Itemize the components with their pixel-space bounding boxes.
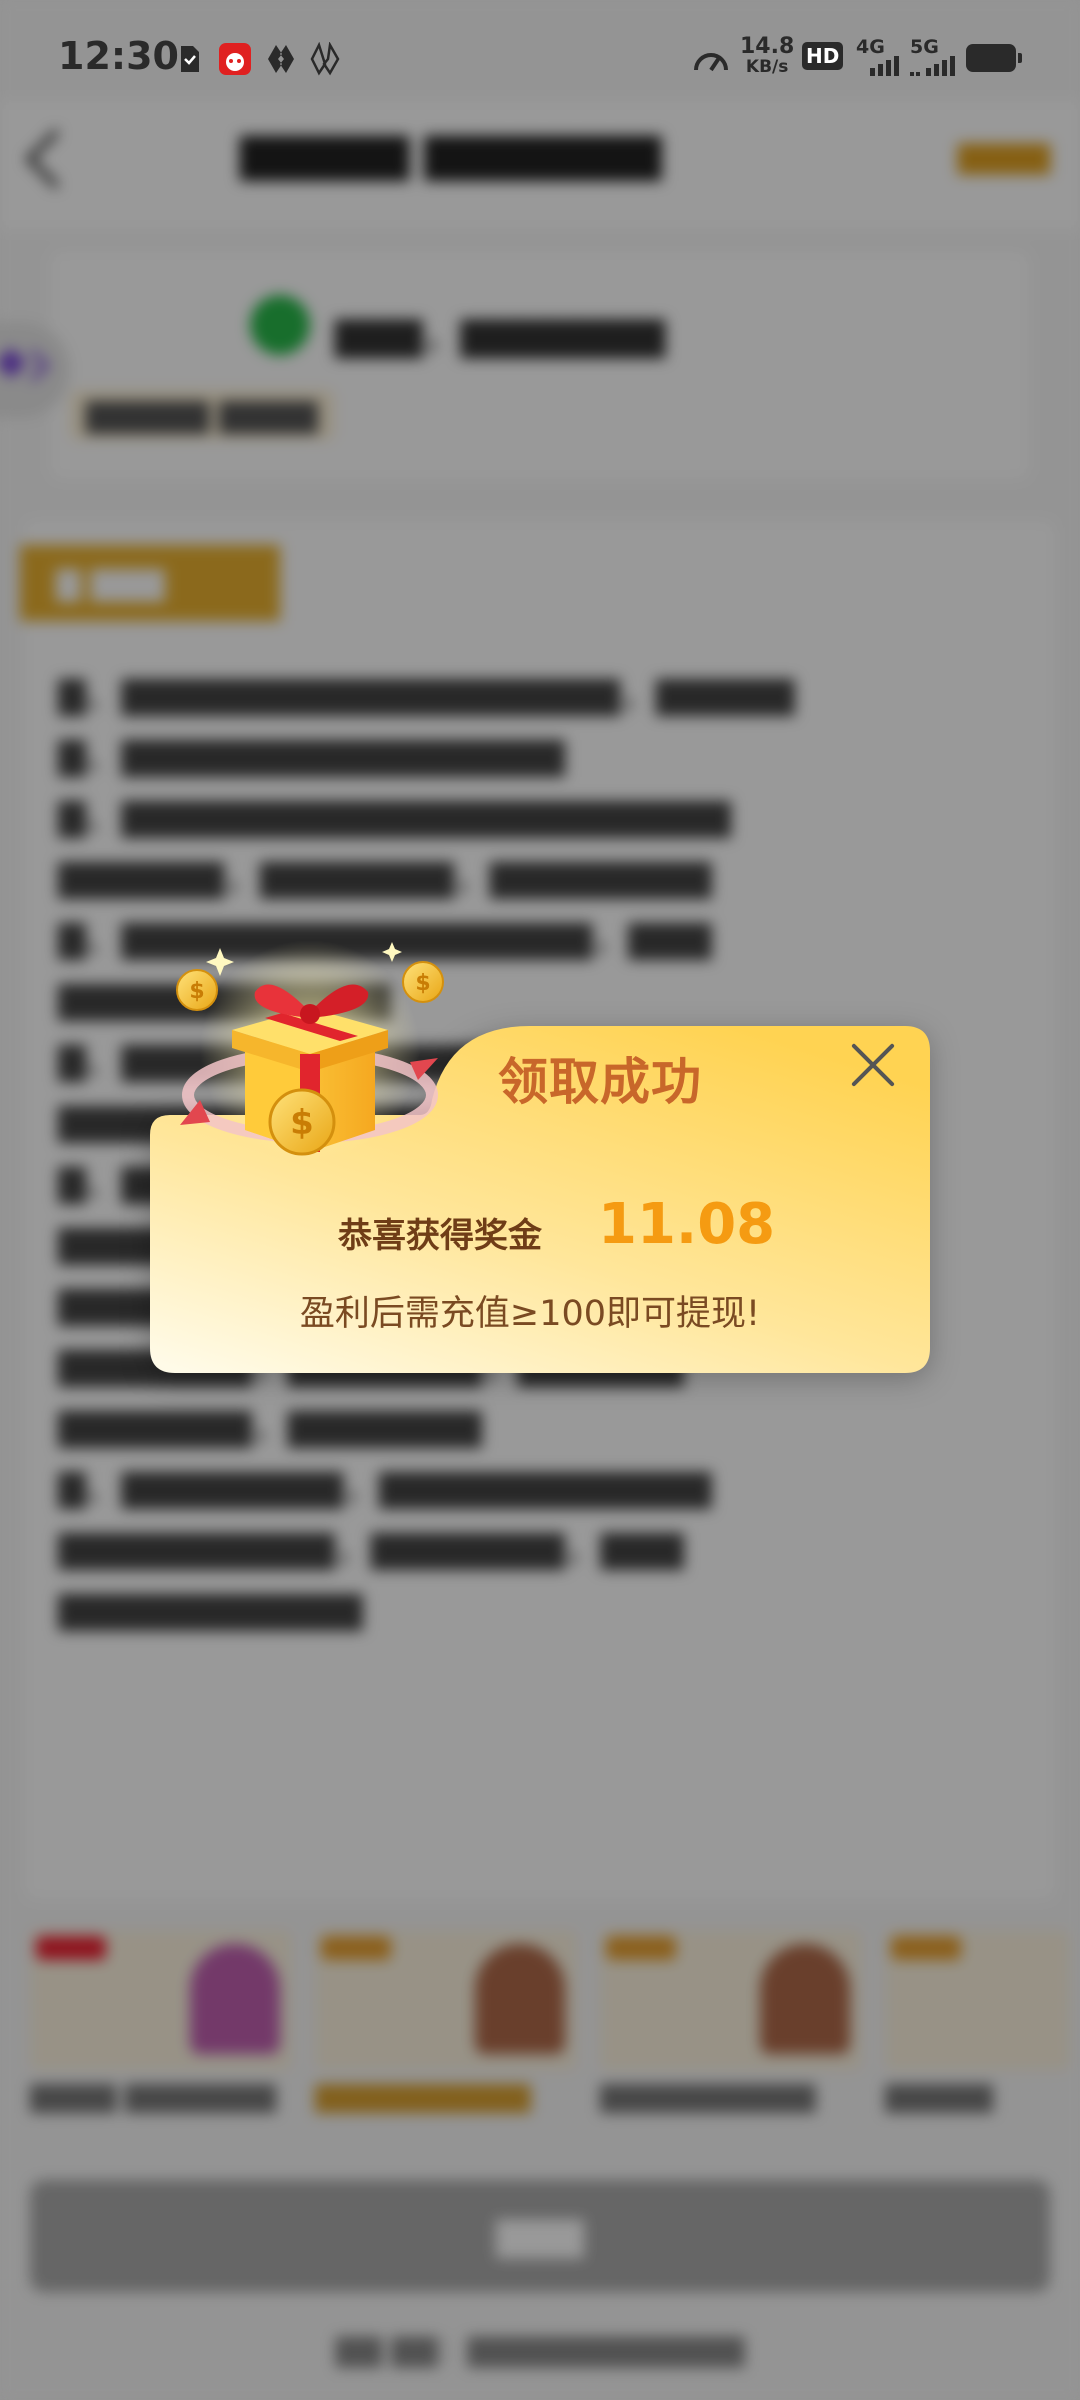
status-time: 12:30 (58, 34, 179, 78)
dialog-title: 领取成功 (498, 1053, 702, 1111)
close-icon[interactable] (848, 1040, 898, 1090)
reward-label: 恭喜获得奖金 (338, 1216, 542, 1256)
speed-unit: KB/s (745, 57, 789, 77)
sim-icon (181, 46, 199, 72)
network-speed: 14.8 KB/s (740, 36, 794, 78)
svg-text:$: $ (415, 971, 430, 996)
signal-icon (870, 56, 899, 76)
speed-icon (694, 53, 728, 72)
app-notification-icon-3 (310, 42, 340, 76)
speed-value: 14.8 (740, 34, 795, 59)
hd-badge: HD (802, 42, 844, 70)
net-4g-label: 4G (856, 36, 885, 58)
status-bar: 12:30 14.8 KB/s HD 4G 5G (0, 0, 1080, 100)
app-notification-icon-2 (268, 45, 294, 73)
signal-icon-2 (910, 56, 955, 76)
coin-icon: $ (268, 1088, 336, 1156)
svg-text:$: $ (189, 979, 204, 1004)
battery-icon (966, 44, 1022, 72)
gift-icon: $ $ $ (176, 940, 444, 1160)
app-notification-icon (219, 43, 251, 75)
net-5g-label: 5G (910, 36, 939, 58)
svg-text:$: $ (290, 1103, 314, 1143)
reward-success-dialog: 领取成功 恭喜获得奖金 11.08 盈利后需充值≥100即可提现! $ $ $ (150, 930, 930, 1380)
withdraw-note: 盈利后需充值≥100即可提现! (299, 1294, 761, 1334)
reward-amount: 11.08 (598, 1192, 776, 1257)
